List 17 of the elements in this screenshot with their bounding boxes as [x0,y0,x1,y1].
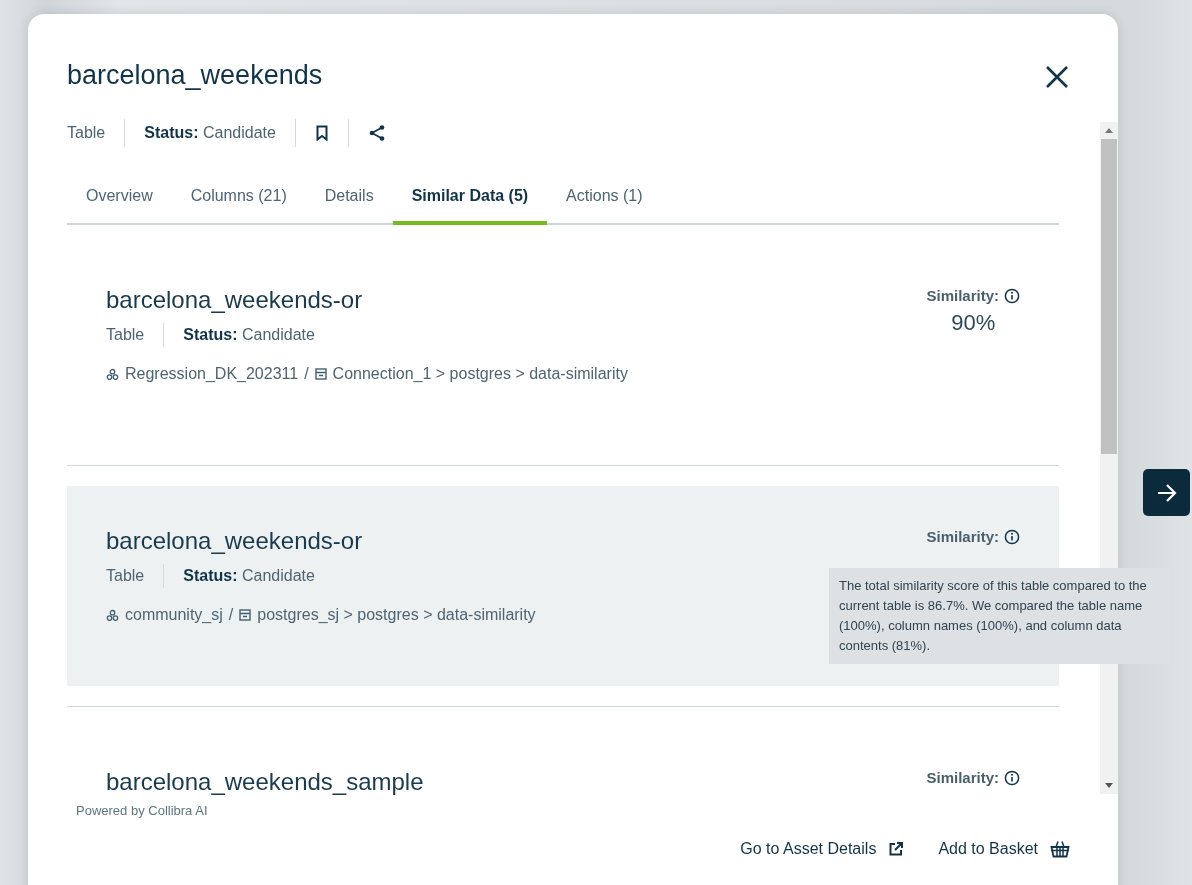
dialog-title: barcelona_weekends [67,60,323,91]
asset-type: Table [67,124,106,142]
path-separator: / [304,365,309,383]
similarity-label: Similarity: [926,769,999,786]
similarity-label: Similarity: [926,528,999,545]
powered-by-text: Powered by Collibra AI [76,803,209,818]
result-title: barcelona_weekends_sample [106,767,424,797]
asset-type: Table [106,567,145,585]
asset-type: Table [106,326,145,344]
result-title: barcelona_weekends-or [106,285,364,315]
similarity-score: 90% [951,310,996,336]
result-title: barcelona_weekends-or [106,526,364,556]
similarity-label: Similarity: [926,287,999,304]
asset-status: Status: Candidate [144,124,276,142]
asset-status: Status: Candidate [183,326,315,344]
asset-status: Status: Candidate [183,567,315,585]
path-separator: / [228,606,234,624]
